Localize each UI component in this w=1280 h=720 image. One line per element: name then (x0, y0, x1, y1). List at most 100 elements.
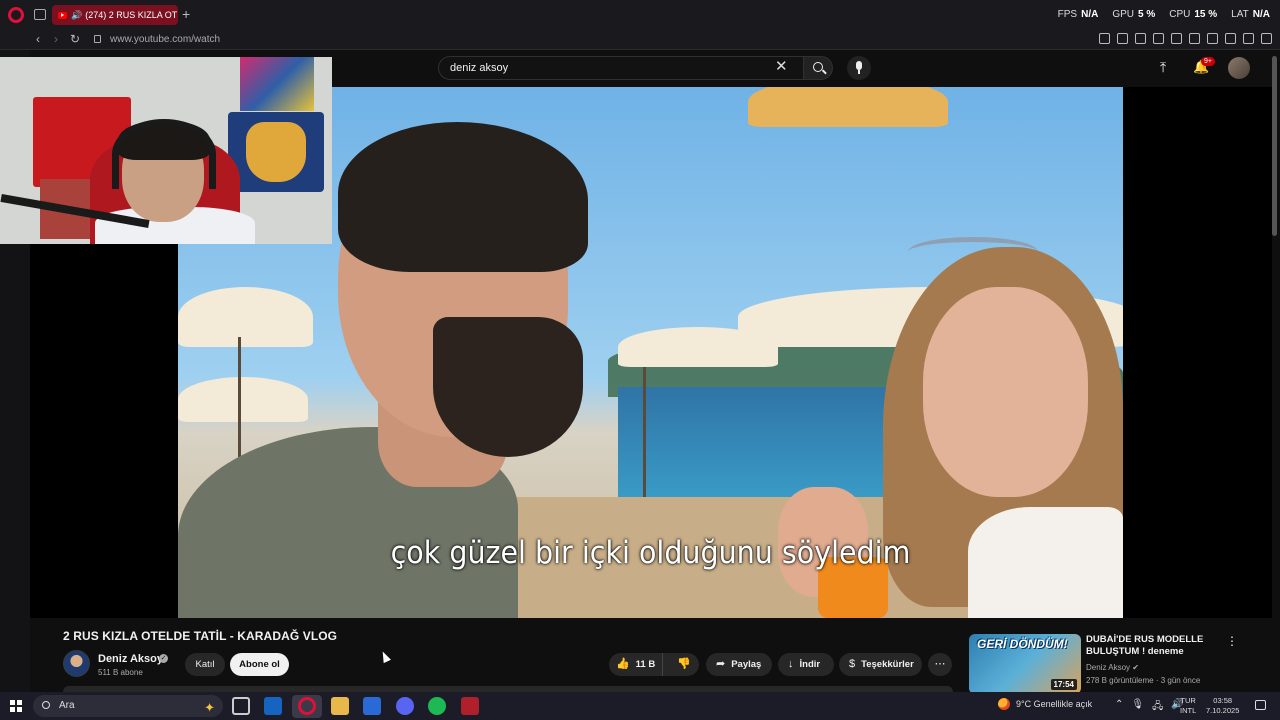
browser-tab-bar: 🔊 (274) 2 RUS KIZLA OT + FPS N/A GPU 5 % C… (0, 0, 1280, 30)
channel-name[interactable]: Deniz Aksoy (98, 653, 163, 665)
download-button[interactable]: ↓ İndir (778, 653, 834, 676)
join-button[interactable]: Katıl (185, 653, 225, 676)
notification-center-icon[interactable] (1255, 700, 1266, 710)
shield-icon[interactable] (1135, 33, 1146, 44)
weather-widget[interactable]: 9°C Genellikle açık (998, 698, 1092, 710)
forward-icon[interactable]: › (54, 32, 58, 46)
vpn-icon[interactable] (1153, 33, 1164, 44)
chevron-up-icon[interactable]: ⌃ (1115, 699, 1123, 716)
perf-gpu: GPU 5 % (1112, 9, 1156, 20)
notification-badge: 9+ (1201, 57, 1215, 66)
more-actions-button[interactable]: ⋯ (928, 653, 952, 676)
url-field[interactable]: www.youtube.com/watch (110, 34, 220, 45)
scrollbar-thumb[interactable] (1272, 56, 1277, 236)
snapshot-icon[interactable] (1117, 33, 1128, 44)
windows-taskbar: Ara ✦ 9°C Genellikle açık ⌃ 🎙 🖧 🔊 TUR IN… (0, 692, 1280, 720)
opera-logo-icon[interactable] (8, 7, 24, 23)
recommended-video-title[interactable]: DUBAİ'DE RUS MODELLE BULUŞTUM ! deneme (1086, 634, 1226, 658)
webcam-wall-art (240, 57, 314, 111)
thumbs-down-icon: 👎 (677, 658, 691, 670)
search-input[interactable]: deniz aksoy (438, 56, 805, 80)
youtube-favicon-icon (58, 11, 67, 19)
windows-start-icon[interactable] (10, 700, 22, 712)
video-subtitle: çok güzel bir içki olduğunu söyledim (390, 535, 911, 571)
verified-icon: ✔ (1132, 663, 1139, 672)
super-thanks-icon: $ (849, 658, 856, 670)
heart-icon[interactable] (1189, 33, 1200, 44)
reload-icon[interactable]: ↻ (70, 32, 80, 46)
video-title: 2 RUS KIZLA OTELDE TATİL - KARADAĞ VLOG (63, 629, 338, 643)
page-scrollbar[interactable] (1272, 52, 1278, 692)
bookmark-icon[interactable] (1099, 33, 1110, 44)
lock-icon (94, 35, 101, 43)
address-bar: ‹ › ↻ www.youtube.com/watch (0, 30, 1280, 50)
recommended-video-meta: 278 B görüntüleme · 3 gün önce (1086, 676, 1201, 685)
discord-icon[interactable] (396, 697, 414, 715)
clock-time: 03:58 (1213, 696, 1233, 705)
clear-search-icon[interactable]: ✕ (775, 58, 788, 76)
weather-icon (998, 698, 1010, 710)
input-language[interactable]: TUR INTL (1180, 696, 1196, 716)
extensions-icon[interactable] (1207, 33, 1218, 44)
webcam-mask-painting (246, 122, 306, 182)
network-icon[interactable]: 🖧 (1152, 699, 1163, 716)
system-tray: ⌃ 🎙 🖧 🔊 (1115, 699, 1184, 716)
video-man-beard (433, 317, 583, 457)
perf-fps: FPS N/A (1057, 9, 1099, 20)
performance-overlay: FPS N/A GPU 5 % CPU 15 % LAT N/A (1058, 9, 1270, 20)
verified-icon: ✓ (159, 654, 168, 663)
share-button[interactable]: ➦ Paylaş (706, 653, 772, 676)
recommended-channel-name[interactable]: Deniz Aksoy ✔ (1086, 663, 1139, 672)
menu-icon[interactable] (1261, 33, 1272, 44)
search-button[interactable] (803, 56, 833, 80)
opera-gx-icon[interactable] (298, 697, 316, 715)
perf-cpu: CPU 15 % (1169, 9, 1218, 20)
video-duration: 17:54 (1050, 679, 1077, 690)
copilot-sparkle-icon: ✦ (204, 700, 215, 715)
video-umbrella-pole (643, 367, 646, 497)
download-icon[interactable] (1243, 33, 1254, 44)
recommended-video-thumbnail[interactable]: GERİ DÖNDÜM! 17:54 (969, 634, 1081, 694)
taskbar-search[interactable]: Ara ✦ (33, 695, 223, 717)
like-button[interactable]: 👍 11 B (609, 653, 664, 676)
account-avatar[interactable] (1228, 57, 1250, 79)
video-man-hair (338, 122, 588, 272)
share-icon: ➦ (716, 658, 726, 670)
webcam-wall-art-mask (228, 112, 324, 192)
video-umbrella (178, 287, 313, 347)
video-woman-face (923, 287, 1088, 497)
video-umbrella-pole (238, 337, 241, 457)
speaker-icon[interactable]: 🔊 (71, 10, 82, 21)
thanks-button[interactable]: $ Teşekkürler (839, 653, 922, 676)
player-letterbox-right (1123, 87, 1272, 618)
search-icon (813, 62, 823, 72)
system-clock[interactable]: 03:58 7.10.2025 (1206, 696, 1239, 716)
upload-icon[interactable]: ⤒ (1160, 59, 1166, 76)
voice-search-button[interactable] (847, 56, 871, 80)
tab-switcher-icon[interactable] (34, 9, 46, 20)
voicemeeter-icon[interactable] (461, 697, 479, 715)
microsoft-store-icon[interactable] (363, 697, 381, 715)
wallet-icon[interactable] (1225, 33, 1236, 44)
spotify-icon[interactable] (428, 697, 446, 715)
browser-tab-youtube[interactable]: 🔊 (274) 2 RUS KIZLA OT (52, 5, 178, 25)
microphone-icon[interactable]: 🎙 (1131, 699, 1144, 716)
dislike-button[interactable]: 👎 (669, 653, 699, 676)
channel-avatar[interactable] (63, 650, 90, 677)
subscribe-button[interactable]: Abone ol (230, 653, 289, 676)
outlook-icon[interactable] (264, 697, 282, 715)
play-icon[interactable] (1171, 33, 1182, 44)
kebab-menu-icon[interactable]: ⋮ (1226, 634, 1238, 648)
tab-title: (274) 2 RUS KIZLA OT (85, 10, 178, 20)
thanks-label: Teşekkürler (861, 659, 914, 670)
like-dislike-group: 👍 11 B 👎 (609, 653, 699, 676)
video-info: 2 RUS KIZLA OTELDE TATİL - KARADAĞ VLOG … (30, 618, 1272, 694)
subscriber-count: 511 B abone (98, 668, 143, 677)
more-horizontal-icon: ⋯ (934, 658, 946, 670)
back-icon[interactable]: ‹ (36, 32, 40, 46)
video-sunglasses (908, 237, 1038, 267)
task-view-icon[interactable] (232, 697, 250, 715)
new-tab-button[interactable]: + (182, 6, 190, 22)
player-letterbox-left (30, 244, 178, 618)
file-explorer-icon[interactable] (331, 697, 349, 715)
